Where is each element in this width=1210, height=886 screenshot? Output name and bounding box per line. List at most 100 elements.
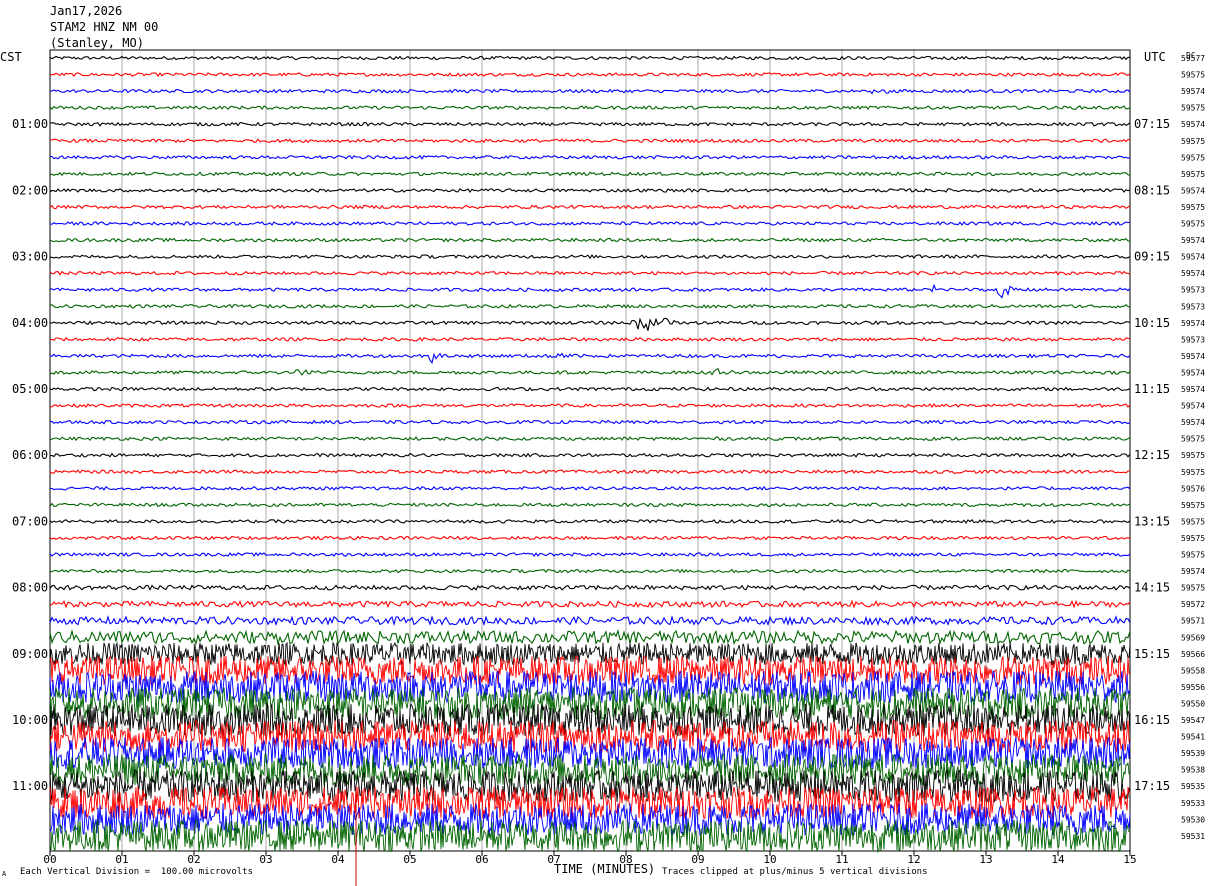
trace-row-5 — [49, 138, 1131, 144]
right-hour-label: 08:15 — [1134, 183, 1170, 197]
trace-row-35 — [49, 628, 1131, 646]
x-tick-label: 03 — [259, 853, 272, 866]
x-tick-label: 02 — [187, 853, 200, 866]
right-hour-label: 09:15 — [1134, 250, 1170, 264]
right-hour-label: 16:15 — [1134, 713, 1170, 727]
dc-offset-31: 59574 — [1181, 567, 1205, 576]
x-tick-label: 04 — [331, 853, 345, 866]
right-hour-label: 10:15 — [1134, 316, 1170, 330]
trace-row-6 — [49, 154, 1131, 160]
x-tick-label: 06 — [475, 853, 488, 866]
left-hour-label: 03:00 — [12, 250, 48, 264]
dc-offset-46: 59530 — [1181, 815, 1205, 824]
trace-row-11 — [49, 237, 1131, 243]
trace-row-14 — [49, 283, 1131, 299]
dc-offset-12: 59574 — [1181, 253, 1205, 262]
footer-mark: A — [2, 870, 7, 878]
trace-row-16 — [49, 317, 1131, 331]
dc-offset-13: 59574 — [1181, 269, 1205, 278]
dc-offset-11: 59574 — [1181, 236, 1205, 245]
trace-row-13 — [49, 270, 1131, 276]
left-hour-label: 02:00 — [12, 183, 48, 197]
trace-row-34 — [49, 615, 1131, 627]
dc-offset-5: 59575 — [1181, 137, 1205, 146]
dc-offset-38: 59556 — [1181, 683, 1205, 692]
dc-offset-8: 59574 — [1181, 186, 1205, 195]
dc-offset-14: 59573 — [1181, 286, 1205, 295]
trace-row-2 — [49, 88, 1131, 95]
dc-offset-40: 59547 — [1181, 716, 1205, 725]
trace-row-15 — [49, 303, 1131, 309]
left-hour-label: 04:00 — [12, 316, 48, 330]
right-hour-label: 12:15 — [1134, 448, 1170, 462]
dc-offset-42: 59539 — [1181, 749, 1205, 758]
left-hour-label: 11:00 — [12, 779, 48, 793]
dc-offset-7: 59575 — [1181, 170, 1205, 179]
dc-offset-30: 59575 — [1181, 551, 1205, 560]
trace-row-18 — [49, 352, 1131, 365]
right-hour-label: 11:15 — [1134, 382, 1170, 396]
trace-row-27 — [49, 502, 1131, 508]
right-hour-label: 14:15 — [1134, 581, 1170, 595]
dc-offset-25: 59575 — [1181, 468, 1205, 477]
dc-offset-29: 59575 — [1181, 534, 1205, 543]
x-tick-label: 10 — [763, 853, 776, 866]
dc-offset-27: 59575 — [1181, 501, 1205, 510]
dc-offset-36: 59566 — [1181, 650, 1205, 659]
trace-row-4 — [49, 121, 1131, 127]
dc-offset-43: 59538 — [1181, 766, 1205, 775]
dc-offset-20: 59574 — [1181, 385, 1205, 394]
x-tick-label: 09 — [691, 853, 704, 866]
x-tick-label: 15 — [1123, 853, 1136, 866]
right-hour-label: 17:15 — [1134, 779, 1170, 793]
dc-offset-24: 59575 — [1181, 451, 1205, 460]
seismogram-chart: 00 01 02 03 04 05 06 07 08 09 10 11 12 13 14 1559577595… — [12, 49, 1205, 886]
x-tick-label: 13 — [979, 853, 992, 866]
trace-row-25 — [49, 469, 1131, 475]
scale-note: Each Vertical Division = 100.00 microvol… — [20, 867, 253, 877]
left-hour-label: 10:00 — [12, 713, 48, 727]
dc-offset-17: 59573 — [1181, 335, 1205, 344]
dc-offset-6: 59575 — [1181, 153, 1205, 162]
trace-row-31 — [49, 568, 1131, 574]
dc-offset-22: 59574 — [1181, 418, 1205, 427]
dc-offset-16: 59574 — [1181, 319, 1205, 328]
dc-offset-28: 59575 — [1181, 517, 1205, 526]
right-hour-label: 13:15 — [1134, 514, 1170, 528]
left-hour-label: 08:00 — [12, 581, 48, 595]
right-hour-label: 07:15 — [1134, 117, 1170, 131]
trace-row-29 — [49, 535, 1131, 541]
trace-row-23 — [49, 436, 1131, 442]
x-axis-title: TIME (MINUTES) — [554, 862, 656, 876]
trace-row-20 — [49, 386, 1131, 392]
x-tick-label: 12 — [907, 853, 920, 866]
dc-offset-35: 59569 — [1181, 633, 1205, 642]
dc-offset-9: 59575 — [1181, 203, 1205, 212]
trace-row-30 — [49, 552, 1131, 557]
dc-offset-15: 59573 — [1181, 302, 1205, 311]
left-hour-label: 01:00 — [12, 117, 48, 131]
dc-offset-23: 59575 — [1181, 435, 1205, 444]
dc-offset-39: 59550 — [1181, 699, 1205, 708]
dc-offset-32: 59575 — [1181, 584, 1205, 593]
dc-offset-3: 59575 — [1181, 104, 1205, 113]
trace-row-32 — [49, 584, 1131, 591]
dc-offset-41: 59541 — [1181, 733, 1205, 742]
x-tick-label: 11 — [835, 853, 848, 866]
trace-row-19 — [49, 367, 1131, 376]
trace-row-26 — [49, 485, 1131, 491]
dc-offset-34: 59571 — [1181, 617, 1205, 626]
x-tick-label: 01 — [115, 853, 128, 866]
trace-row-3 — [49, 105, 1131, 111]
dc-offset-47: 59531 — [1181, 832, 1205, 841]
dc-offset-45: 59533 — [1181, 799, 1205, 808]
left-hour-label: 07:00 — [12, 514, 48, 528]
trace-row-17 — [49, 336, 1131, 342]
trace-row-28 — [49, 518, 1131, 524]
x-tick-label: 05 — [403, 853, 416, 866]
trace-row-9 — [49, 204, 1131, 210]
dc-offset-37: 59558 — [1181, 666, 1205, 675]
trace-row-8 — [49, 187, 1131, 193]
x-tick-label: 14 — [1051, 853, 1065, 866]
left-hour-label: 09:00 — [12, 647, 48, 661]
